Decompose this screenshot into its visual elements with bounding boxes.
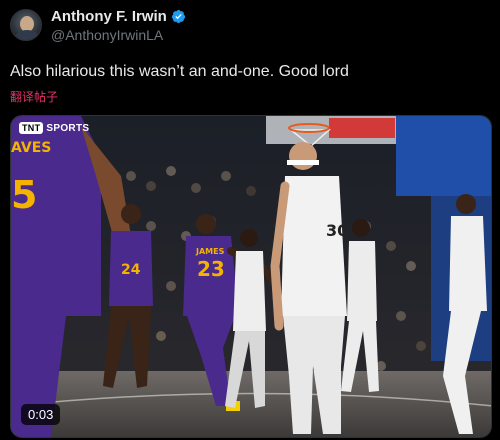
verified-badge-icon [171,9,186,24]
author-handle[interactable]: @AnthonyIrwinLA [51,27,186,43]
tnt-logo: TNT [19,122,44,134]
jersey-name-left: AVES [11,140,51,156]
jersey-number-right: 30 [326,221,348,240]
author-info: Anthony F. Irwin @AnthonyIrwinLA [51,8,186,43]
author-display-name[interactable]: Anthony F. Irwin [51,8,167,25]
video-duration-badge: 0:03 [21,404,61,425]
jersey-number-mid: 24 [121,262,141,278]
jersey-number-left: 5 [11,173,37,217]
translate-post-link[interactable]: 翻译帖子 [10,88,58,105]
jersey-name-front: JAMES [195,247,225,256]
tweet-text: Also hilarious this wasn’t an and-one. G… [10,63,349,80]
jersey-number-front: 23 [197,257,225,281]
video-frame: 5 AVES 24 23 JAMES 30 [11,116,491,437]
tweet-header: Anthony F. Irwin @AnthonyIrwinLA [10,4,186,46]
broadcaster-logo: TNT SPORTS [19,122,89,134]
video-player[interactable]: 5 AVES 24 23 JAMES 30 TNT SPORTS 0:03 [10,115,492,438]
broadcaster-name: SPORTS [46,122,90,134]
avatar[interactable] [10,9,42,41]
